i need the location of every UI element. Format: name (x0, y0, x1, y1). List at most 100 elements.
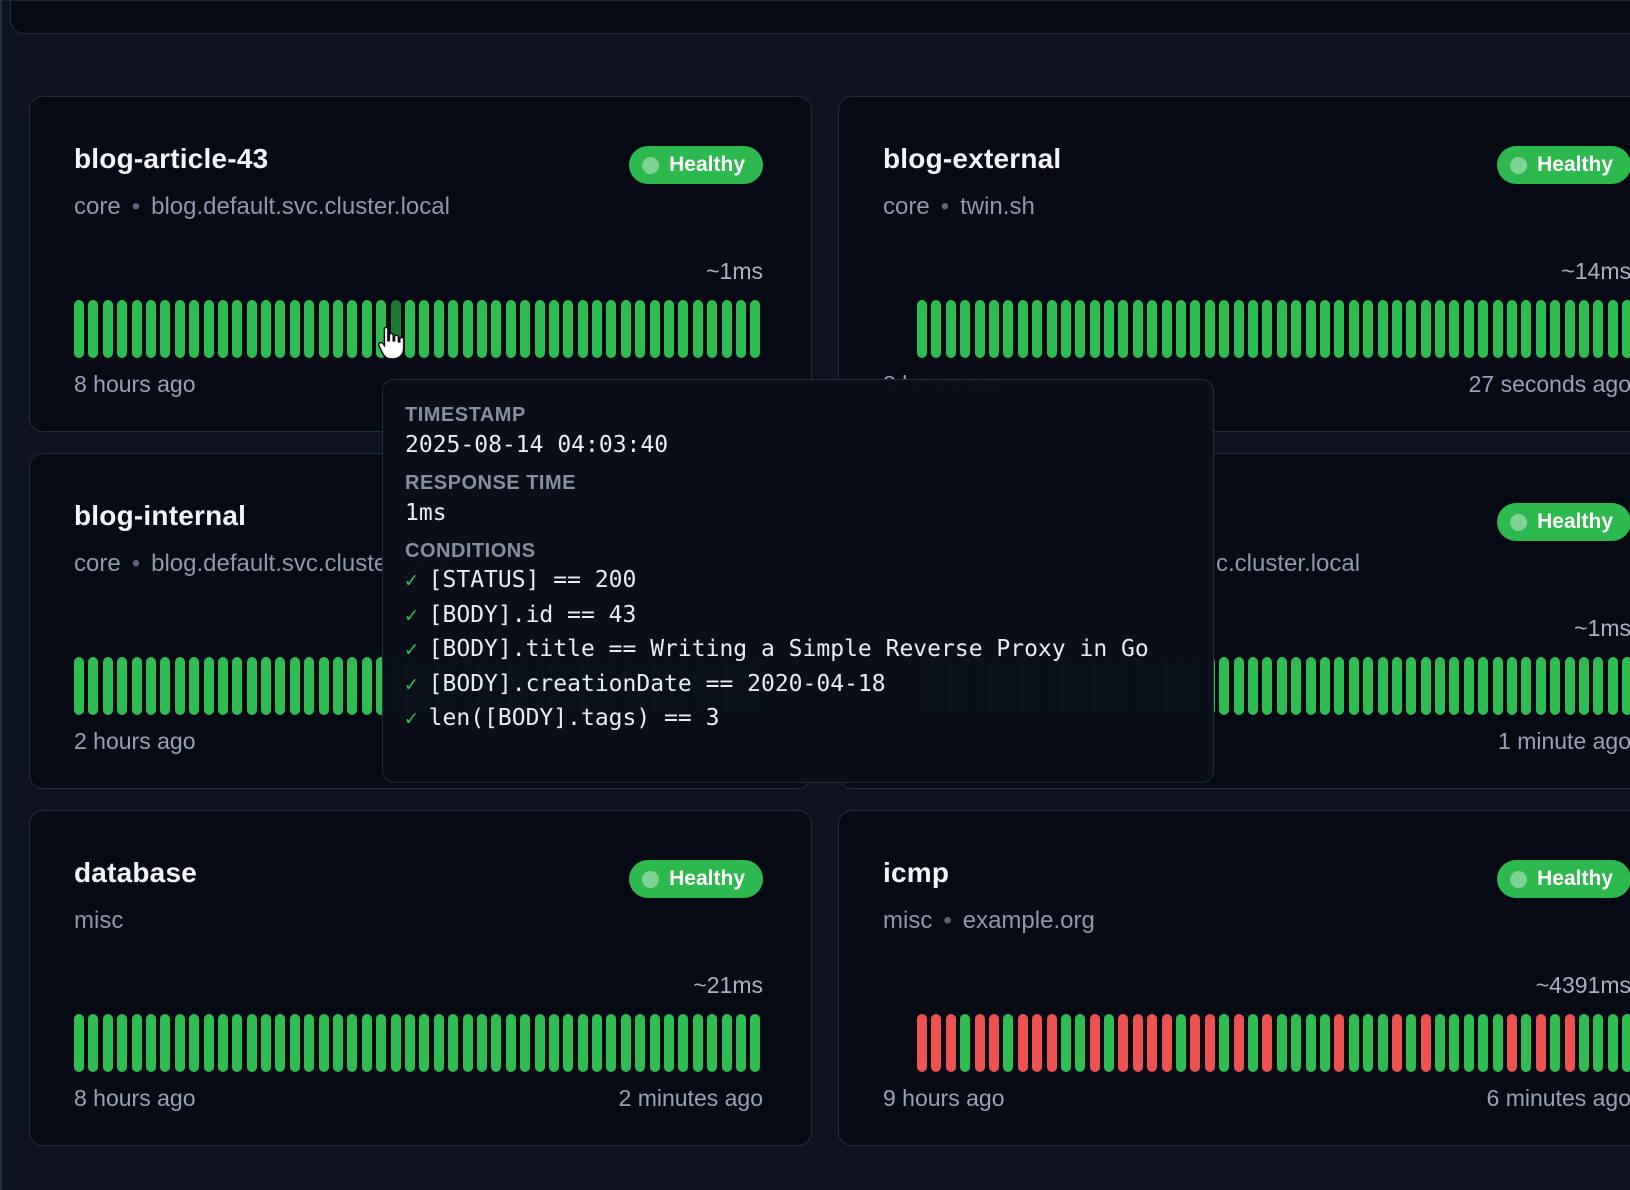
uptime-bar-success[interactable] (693, 300, 703, 358)
service-card-database[interactable]: databasemiscHealthy~21ms8 hours ago2 min… (29, 810, 812, 1146)
uptime-bar-success[interactable] (1363, 300, 1373, 358)
uptime-bar-success[interactable] (678, 300, 688, 358)
uptime-bar-failure[interactable] (1018, 1014, 1028, 1072)
uptime-bar-success[interactable] (463, 1014, 473, 1072)
uptime-bar-success[interactable] (1349, 300, 1359, 358)
uptime-bar-success[interactable] (1435, 657, 1445, 715)
uptime-bar-failure[interactable] (1536, 1014, 1546, 1072)
uptime-bar-success[interactable] (1363, 1014, 1373, 1072)
uptime-bar-failure[interactable] (975, 1014, 985, 1072)
uptime-bar-failure[interactable] (1090, 1014, 1100, 1072)
uptime-bar-success[interactable] (520, 300, 530, 358)
uptime-bar-success[interactable] (132, 300, 142, 358)
uptime-bar-success[interactable] (535, 300, 545, 358)
uptime-bar-success[interactable] (419, 1014, 429, 1072)
uptime-bar-success[interactable] (1104, 300, 1114, 358)
uptime-bar-success[interactable] (304, 300, 314, 358)
uptime-bar-success[interactable] (535, 1014, 545, 1072)
uptime-bar-success[interactable] (693, 1014, 703, 1072)
uptime-bar-success[interactable] (1507, 657, 1517, 715)
uptime-bar-success[interactable] (232, 300, 242, 358)
uptime-bar-failure[interactable] (946, 1014, 956, 1072)
uptime-bar-success[interactable] (1349, 1014, 1359, 1072)
uptime-bar-success[interactable] (1075, 300, 1085, 358)
uptime-bar-success[interactable] (88, 1014, 98, 1072)
uptime-bar-success[interactable] (189, 1014, 199, 1072)
uptime-bar-success[interactable] (1248, 657, 1258, 715)
uptime-bar-success[interactable] (247, 1014, 257, 1072)
uptime-bar-success[interactable] (650, 300, 660, 358)
uptime-bar-success[interactable] (707, 300, 717, 358)
uptime-bar-success[interactable] (146, 657, 156, 715)
uptime-bar-success[interactable] (989, 300, 999, 358)
uptime-bar-success[interactable] (578, 1014, 588, 1072)
uptime-bar-success[interactable] (1334, 657, 1344, 715)
uptime-bar-success[interactable] (261, 1014, 271, 1072)
uptime-bar-success[interactable] (477, 300, 487, 358)
uptime-bar-success[interactable] (1320, 657, 1330, 715)
uptime-bar-success[interactable] (722, 1014, 732, 1072)
uptime-bar-success[interactable] (117, 657, 127, 715)
uptime-bar-success[interactable] (1392, 657, 1402, 715)
uptime-bar-success[interactable] (1579, 657, 1589, 715)
uptime-bar-failure[interactable] (1392, 1014, 1402, 1072)
uptime-bar-success[interactable] (1478, 657, 1488, 715)
uptime-bar-success[interactable] (1291, 657, 1301, 715)
uptime-bar-success[interactable] (88, 657, 98, 715)
uptime-bar-success[interactable] (1593, 657, 1603, 715)
uptime-bar-success[interactable] (103, 1014, 113, 1072)
uptime-bar-success[interactable] (960, 300, 970, 358)
uptime-bar-success[interactable] (1176, 300, 1186, 358)
uptime-bar-success[interactable] (218, 1014, 228, 1072)
uptime-bar-success[interactable] (477, 1014, 487, 1072)
uptime-bar-success[interactable] (1536, 300, 1546, 358)
uptime-bar-success[interactable] (1593, 300, 1603, 358)
uptime-bar-success[interactable] (1277, 657, 1287, 715)
uptime-bar-success[interactable] (463, 300, 473, 358)
uptime-bar-failure[interactable] (1047, 1014, 1057, 1072)
uptime-bar-success[interactable] (1435, 1014, 1445, 1072)
uptime-bar-success[interactable] (1047, 300, 1057, 358)
uptime-bar-success[interactable] (1334, 300, 1344, 358)
uptime-bar-failure[interactable] (917, 1014, 927, 1072)
uptime-bar-failure[interactable] (1205, 1014, 1215, 1072)
uptime-bar-success[interactable] (1493, 657, 1503, 715)
uptime-bar-success[interactable] (117, 1014, 127, 1072)
uptime-bar-success[interactable] (275, 1014, 285, 1072)
uptime-bar-success[interactable] (333, 1014, 343, 1072)
uptime-bar-success[interactable] (1003, 300, 1013, 358)
uptime-bar-success[interactable] (1349, 657, 1359, 715)
uptime-bar-success[interactable] (1579, 1014, 1589, 1072)
uptime-bar-success[interactable] (1536, 657, 1546, 715)
uptime-bar-success[interactable] (1493, 300, 1503, 358)
uptime-bar-success[interactable] (1234, 300, 1244, 358)
uptime-bar-success[interactable] (1406, 1014, 1416, 1072)
uptime-bar-success[interactable] (347, 1014, 357, 1072)
uptime-bar-success[interactable] (74, 1014, 84, 1072)
uptime-bar-success[interactable] (722, 300, 732, 358)
uptime-bar-success[interactable] (1550, 300, 1560, 358)
uptime-bar-success[interactable] (664, 300, 674, 358)
uptime-bar-failure[interactable] (1421, 1014, 1431, 1072)
uptime-bar-success[interactable] (621, 300, 631, 358)
uptime-bar-success[interactable] (563, 1014, 573, 1072)
uptime-bar-success[interactable] (1622, 1014, 1630, 1072)
uptime-bar-success[interactable] (204, 1014, 214, 1072)
uptime-bar-success[interactable] (1147, 300, 1157, 358)
uptime-bar-success[interactable] (1521, 1014, 1531, 1072)
uptime-bar-success[interactable] (1378, 300, 1388, 358)
uptime-bar-success[interactable] (103, 657, 113, 715)
uptime-bar-success[interactable] (1435, 300, 1445, 358)
uptime-bar-success[interactable] (376, 1014, 386, 1072)
uptime-bar-success[interactable] (189, 300, 199, 358)
uptime-bar-success[interactable] (1277, 1014, 1287, 1072)
uptime-bar-success[interactable] (362, 1014, 372, 1072)
uptime-bar-success[interactable] (1550, 657, 1560, 715)
uptime-bar-success[interactable] (304, 657, 314, 715)
uptime-bar-success[interactable] (491, 1014, 501, 1072)
uptime-bar-success[interactable] (1565, 657, 1575, 715)
uptime-bar-success[interactable] (1133, 300, 1143, 358)
uptime-bar-success[interactable] (232, 1014, 242, 1072)
uptime-bar-success[interactable] (1162, 300, 1172, 358)
uptime-bar-success[interactable] (103, 300, 113, 358)
